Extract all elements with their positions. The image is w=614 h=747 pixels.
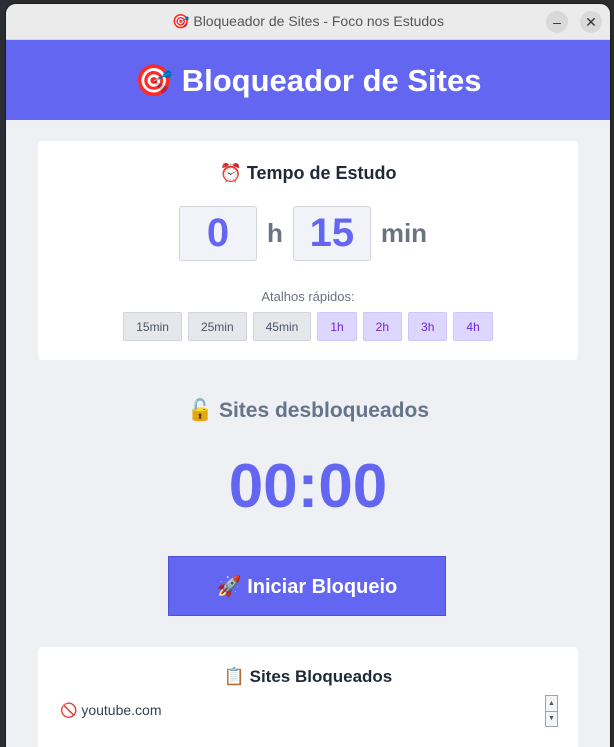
blocked-sites-title: 📋 Sites Bloqueados [223,667,393,686]
close-icon: ✕ [585,13,597,30]
shortcuts-label: Atalhos rápidos: [261,289,355,304]
shortcut-15min-button[interactable]: 15min [123,312,182,341]
shortcut-buttons: 15min 25min 45min 1h 2h 3h 4h [38,312,578,341]
minutes-unit-label: min [380,218,428,248]
minutes-input[interactable]: 15 [292,206,371,261]
study-time-card: ⏰ Tempo de Estudo 0 h 15 min Atalhos ráp… [38,141,578,360]
shortcut-4h-button[interactable]: 4h [453,312,493,341]
app-window: 🎯 Bloqueador de Sites - Foco nos Estudos… [6,4,610,747]
list-item: 🚫 youtube.com [60,702,162,718]
study-time-title: ⏰ Tempo de Estudo [219,163,397,183]
scroll-up-icon[interactable]: ▲ [546,696,557,711]
titlebar: 🎯 Bloqueador de Sites - Foco nos Estudos… [6,4,610,40]
window-title: 🎯 Bloqueador de Sites - Foco nos Estudos [172,13,444,29]
countdown-timer: 00:00 [228,452,388,521]
status-text: 🔓 Sites desbloqueados [186,399,430,422]
app-header: 🎯 Bloqueador de Sites [6,40,610,120]
shortcut-45min-button[interactable]: 45min [252,312,312,341]
shortcut-25min-button[interactable]: 25min [187,312,247,341]
blocked-sites-card: 📋 Sites Bloqueados 🚫 youtube.com ▲ ▼ [38,647,578,747]
shortcut-2h-button[interactable]: 2h [362,312,403,341]
minimize-button[interactable]: – [546,11,568,33]
hours-input[interactable]: 0 [178,206,257,261]
main-content: ⏰ Tempo de Estudo 0 h 15 min Atalhos ráp… [6,121,610,747]
shortcut-3h-button[interactable]: 3h [408,312,448,341]
app-title: 🎯 Bloqueador de Sites [134,62,482,98]
time-input-row: 0 h 15 min [38,206,578,261]
close-button[interactable]: ✕ [580,11,602,33]
minimize-icon: – [553,14,561,30]
scroll-down-icon[interactable]: ▼ [546,710,557,727]
start-blocking-button[interactable]: 🚀 Iniciar Bloqueio [168,556,446,616]
hours-unit-label: h [266,218,283,248]
shortcut-1h-button[interactable]: 1h [317,312,357,341]
list-scrollbar[interactable]: ▲ ▼ [545,695,558,727]
